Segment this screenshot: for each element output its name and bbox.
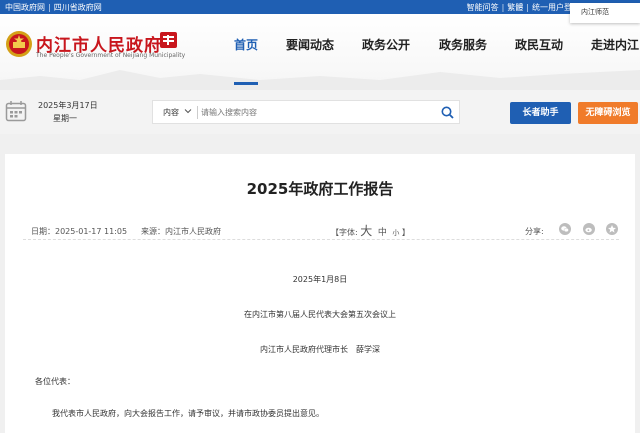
report-date: 2025年1月8日 [292,275,348,284]
nav-item-interaction[interactable]: 政民互动 [515,36,563,85]
article-meta: 日期：2025-01-17 11:05 来源：内江市人民政府 【字体: 大 中 … [23,222,619,240]
weibo-share-icon[interactable] [583,223,595,235]
font-size-controls: 【字体: 大 中 小 】 [331,222,410,239]
share-label: 分享: [525,227,544,236]
nav-item-home[interactable]: 首页 [234,36,259,85]
info-bar: 2025年3月17日 星期一 内容 长者助手 无障碍浏览 [0,90,640,134]
link-unified-login[interactable]: 统一用户登 [532,2,572,13]
article-title: 2025年政府工作报告 [246,180,394,198]
article-source: 来源：内江市人民政府 [141,227,221,236]
login-popup[interactable]: 内江师范 [570,3,640,23]
chevron-down-icon[interactable] [183,106,193,116]
font-size-medium-button[interactable]: 中 [378,225,387,238]
font-size-label: 【字体: [331,228,358,237]
search-box: 内容 [152,100,460,124]
search-input[interactable] [201,104,431,120]
top-bar-left-links: 中国政府网 | 四川省政府网 [5,2,102,13]
nav-item-gov-services[interactable]: 政务服务 [439,36,487,85]
nav-item-news[interactable]: 要闻动态 [286,36,334,85]
speaker: 内江市人民政府代理市长 薛学深 [260,345,380,354]
meeting-name: 在内江市第八届人民代表大会第五次会议上 [244,310,396,319]
article-date: 日期：2025-01-17 11:05 [31,227,128,236]
font-size-large-button[interactable]: 大 [360,222,372,239]
first-paragraph: 我代表市人民政府，向大会报告工作，请予审议，并请市政协委员提出意见。 [52,409,324,418]
current-date: 2025年3月17日 [38,101,98,110]
top-bar: 中国政府网 | 四川省政府网 智能问答 | 繁體 | 统一用户登 [0,0,640,14]
elder-assistant-button[interactable]: 长者助手 [510,102,571,124]
site-subtitle: The People's Government of Neijiang Muni… [36,52,186,59]
font-size-small-button[interactable]: 小 [392,228,399,238]
link-smart-qa[interactable]: 智能问答 [467,2,499,13]
search-divider [197,106,198,119]
nav-item-about-neijiang[interactable]: 走进内江 [591,36,639,85]
site-header: 内江市人民政府 The People's Government of Neiji… [0,14,640,90]
accessible-browse-button[interactable]: 无障碍浏览 [578,102,638,124]
font-size-bracket: 】 [401,228,410,237]
nav-item-gov-affairs[interactable]: 政务公开 [362,36,410,85]
current-weekday: 星期一 [53,114,77,123]
link-traditional[interactable]: 繁體 [507,2,523,13]
separator: | [501,3,505,12]
separator: | [526,3,529,12]
article-panel: 2025年政府工作报告 日期：2025-01-17 11:05 来源：内江市人民… [5,154,635,433]
national-emblem-icon[interactable] [5,30,33,58]
calendar-icon [5,101,27,122]
wechat-share-icon[interactable] [559,223,571,235]
separator: | [48,3,51,12]
qzone-share-icon[interactable] [606,223,618,235]
link-sichuan-gov[interactable]: 四川省政府网 [54,2,102,13]
top-bar-right-links: 智能问答 | 繁體 | 统一用户登 [467,2,572,13]
search-icon[interactable] [441,106,454,119]
salutation: 各位代表： [35,377,75,386]
search-scope-select[interactable]: 内容 [163,107,179,118]
link-china-gov[interactable]: 中国政府网 [5,2,45,13]
seal-icon [160,32,177,48]
